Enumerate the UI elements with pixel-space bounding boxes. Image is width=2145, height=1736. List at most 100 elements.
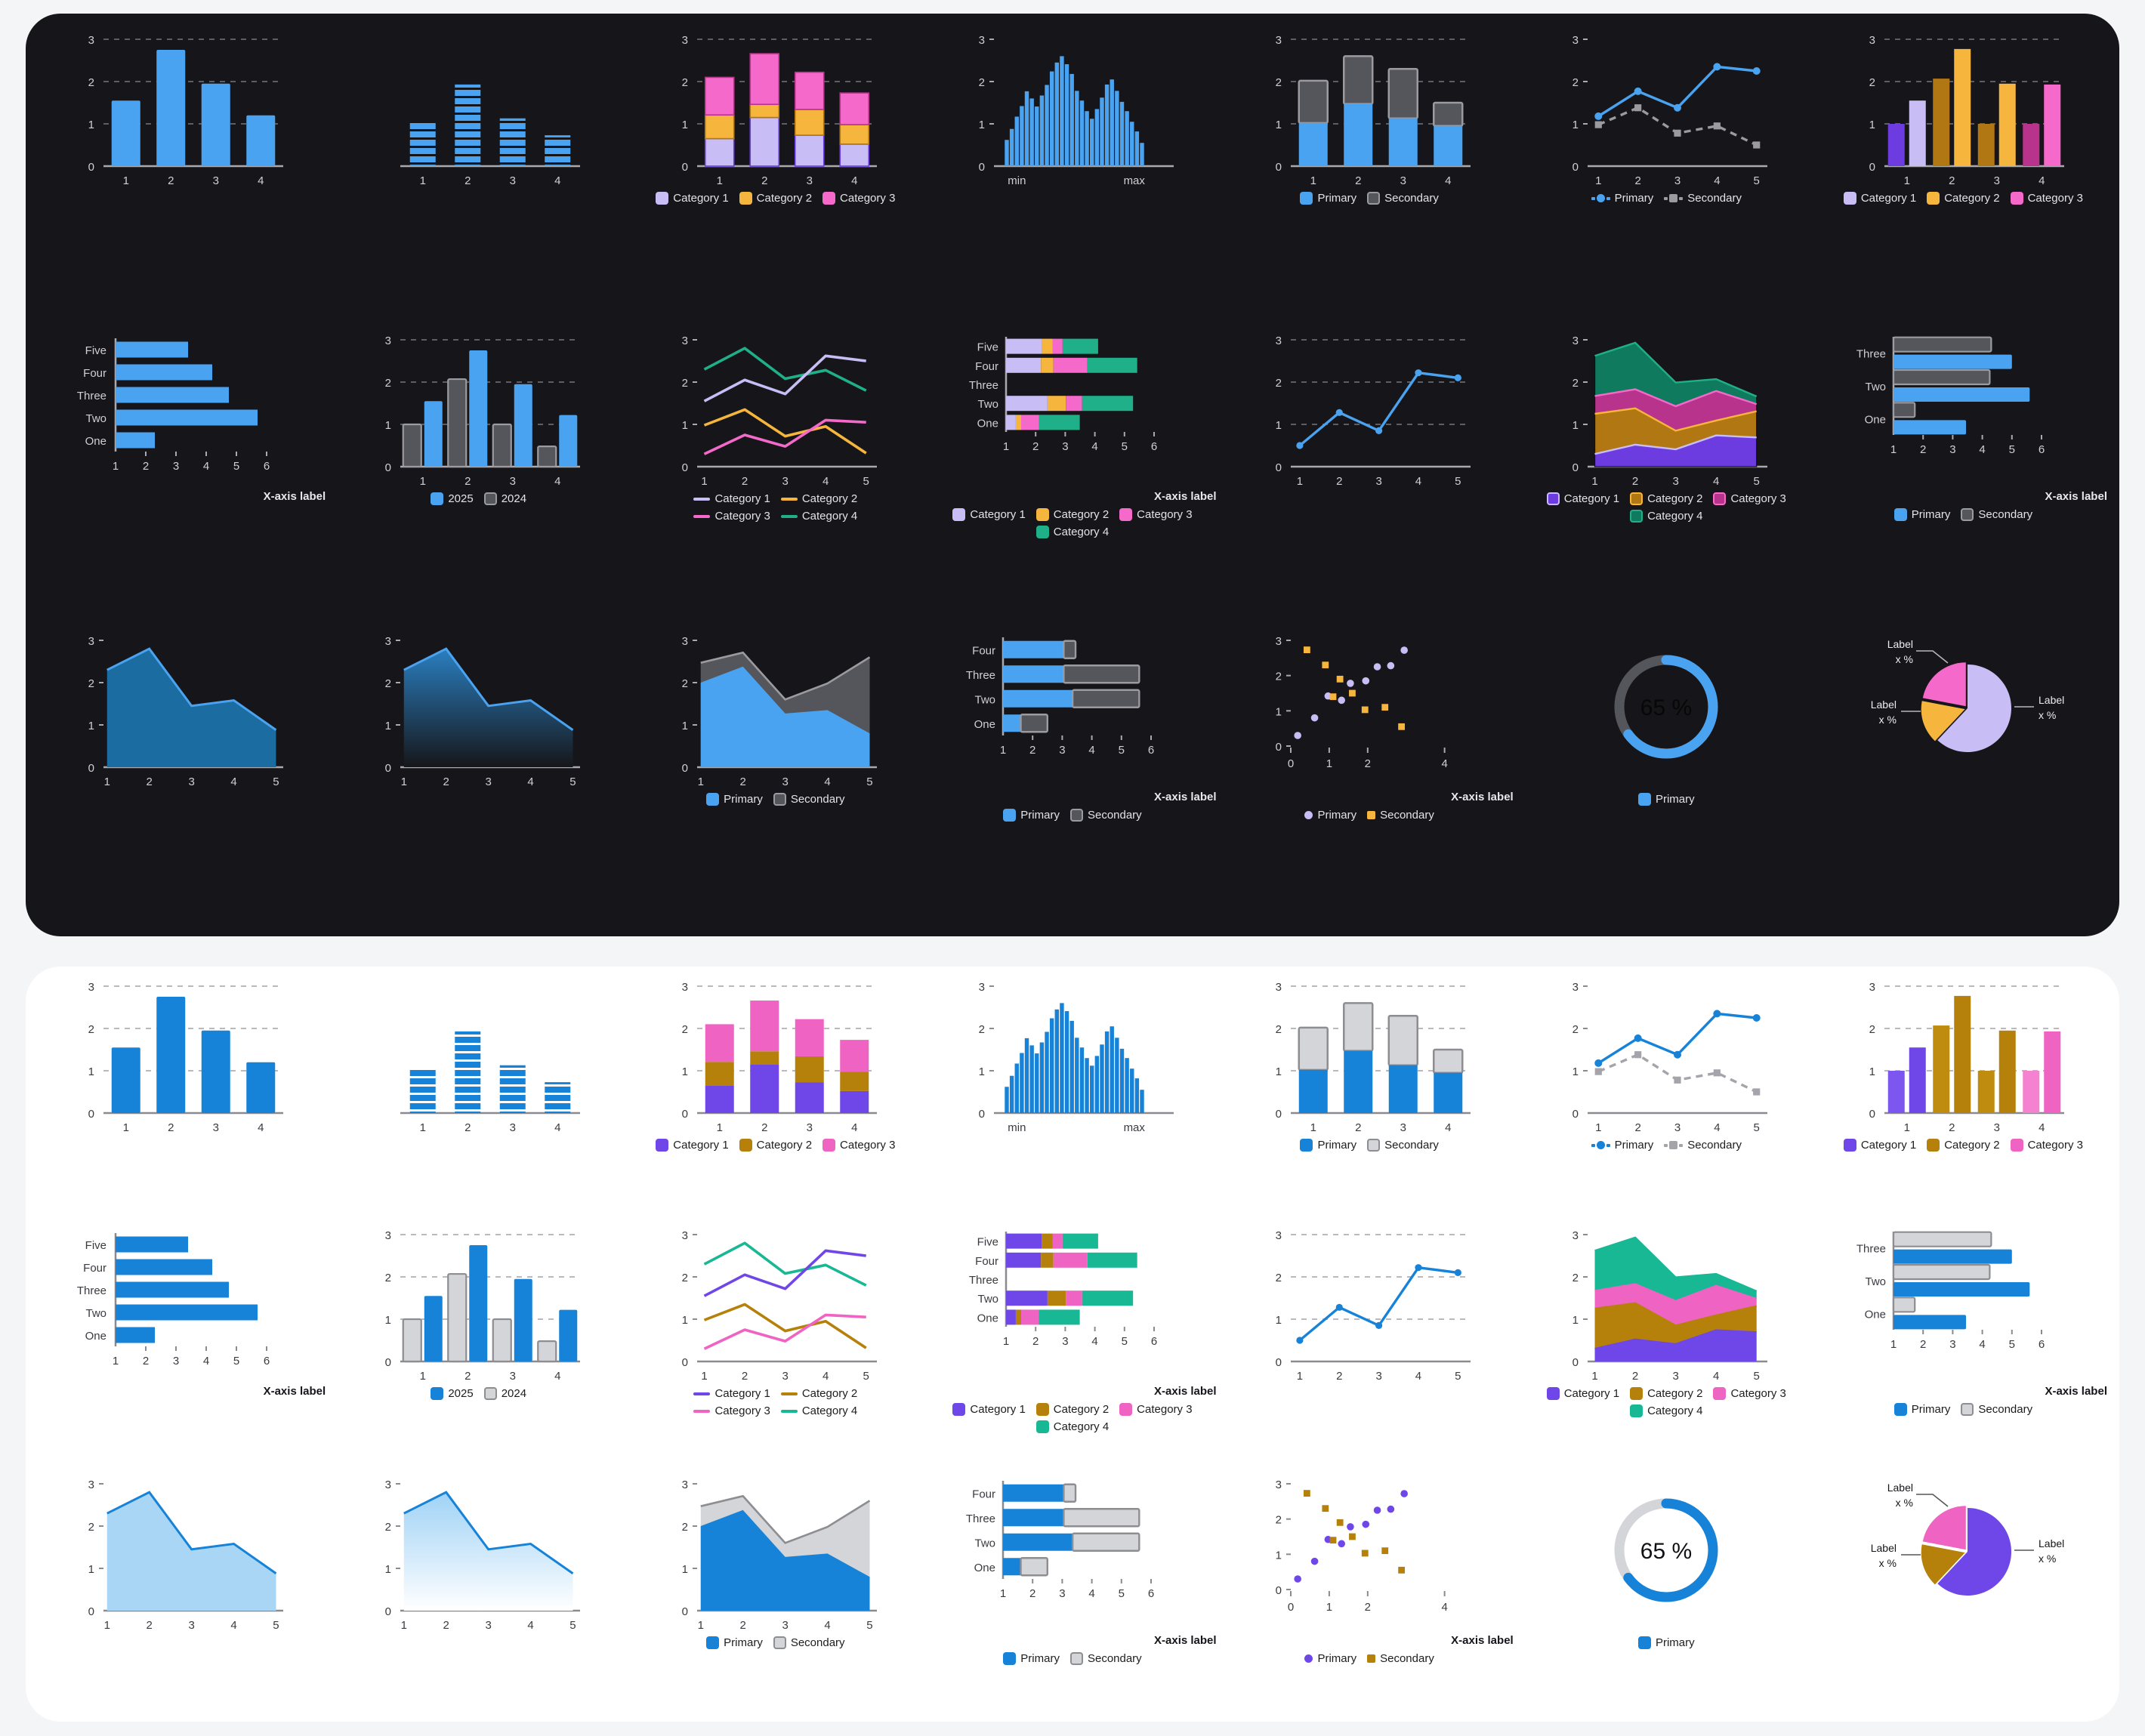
legend-item[interactable]: Secondary bbox=[773, 793, 845, 806]
legend-item[interactable]: Category 3 bbox=[823, 1139, 895, 1152]
legend-item[interactable]: Primary bbox=[1591, 192, 1653, 205]
svg-text:1: 1 bbox=[701, 1370, 707, 1383]
bar-segment bbox=[1066, 396, 1082, 412]
data-point bbox=[1336, 1519, 1344, 1526]
legend-item[interactable]: 2025 bbox=[431, 1387, 474, 1401]
legend-item[interactable]: Category 4 bbox=[780, 510, 857, 523]
legend-item[interactable]: Secondary bbox=[1069, 1651, 1142, 1665]
legend-item[interactable]: Secondary bbox=[1367, 1139, 1439, 1152]
legend-item[interactable]: Secondary bbox=[1069, 809, 1142, 822]
legend-item[interactable]: Primary bbox=[1304, 809, 1356, 822]
legend-item[interactable]: Primary bbox=[1591, 1139, 1653, 1152]
legend-item[interactable]: Category 4 bbox=[1630, 510, 1702, 523]
bar bbox=[1888, 124, 1906, 166]
legend-item[interactable]: Category 1 bbox=[656, 1139, 729, 1152]
legend-item[interactable]: Primary bbox=[1003, 1651, 1060, 1665]
svg-text:min: min bbox=[1008, 174, 1026, 187]
legend-item[interactable]: Primary bbox=[1893, 508, 1950, 521]
bar-previous-year bbox=[402, 1318, 422, 1363]
legend-item[interactable]: 2024 bbox=[483, 1387, 526, 1401]
legend-item[interactable]: Primary bbox=[1637, 793, 1695, 806]
svg-text:1: 1 bbox=[1592, 475, 1598, 488]
legend-item[interactable]: Category 1 bbox=[1843, 1139, 1916, 1152]
svg-text:6: 6 bbox=[263, 1355, 269, 1368]
legend-label: Secondary bbox=[1978, 508, 2033, 521]
legend-item[interactable]: Secondary bbox=[1961, 1403, 2032, 1417]
legend-item[interactable]: Category 2 bbox=[739, 192, 812, 205]
pie-leader-line bbox=[1916, 650, 1949, 664]
svg-text:5: 5 bbox=[233, 1355, 239, 1368]
svg-text:2: 2 bbox=[1635, 174, 1641, 187]
legend-item[interactable]: Category 1 bbox=[693, 1387, 770, 1400]
data-point bbox=[1375, 427, 1383, 434]
data-point bbox=[1304, 1489, 1310, 1497]
legend-item[interactable]: Primary bbox=[1003, 809, 1060, 822]
legend-item[interactable]: Category 4 bbox=[1035, 1420, 1109, 1434]
legend-item[interactable]: Category 3 bbox=[823, 192, 895, 205]
legend-item[interactable]: Primary bbox=[1893, 1403, 1950, 1417]
legend-item[interactable]: Primary bbox=[1304, 1652, 1356, 1665]
legend-item[interactable]: Category 3 bbox=[2010, 1139, 2083, 1152]
histogram-bin bbox=[1039, 95, 1045, 166]
legend-item[interactable]: Category 1 bbox=[952, 1403, 1026, 1417]
svg-text:2: 2 bbox=[979, 1023, 985, 1036]
legend-item[interactable]: Primary bbox=[1637, 1636, 1695, 1649]
chart-legend: Category 1 Category 2 Category 3 Category 4 bbox=[1542, 1387, 1791, 1418]
legend-item[interactable]: Category 4 bbox=[1630, 1405, 1702, 1418]
legend-item[interactable]: Category 2 bbox=[780, 1387, 857, 1400]
legend-item[interactable]: Secondary bbox=[1664, 1139, 1742, 1152]
legend-item[interactable]: Category 1 bbox=[656, 192, 729, 205]
legend-item[interactable]: Category 3 bbox=[1713, 1387, 1786, 1401]
chart-area-stacked-primary-secondary: 0 1 2 3 1 2 3 4 5 Primary Secondary bbox=[627, 1469, 924, 1717]
histogram-bin bbox=[1130, 122, 1134, 166]
legend-item[interactable]: Category 3 bbox=[1119, 508, 1193, 521]
legend-item[interactable]: Category 1 bbox=[1546, 492, 1619, 505]
svg-text:0: 0 bbox=[682, 161, 688, 174]
bar bbox=[2023, 1071, 2040, 1113]
legend-item[interactable]: Category 2 bbox=[1630, 1387, 1702, 1401]
legend-item[interactable]: Category 3 bbox=[2010, 192, 2083, 205]
legend-item[interactable]: Secondary bbox=[1367, 192, 1439, 205]
legend-item[interactable]: Category 2 bbox=[1630, 492, 1702, 505]
legend-item[interactable]: Category 3 bbox=[1119, 1403, 1193, 1417]
legend-item[interactable]: Category 1 bbox=[1546, 1387, 1619, 1401]
legend-item[interactable]: Secondary bbox=[773, 1636, 845, 1649]
data-point bbox=[1674, 103, 1682, 112]
legend-item[interactable]: Category 3 bbox=[693, 510, 770, 523]
legend-item[interactable]: Secondary bbox=[1961, 508, 2032, 521]
legend-swatch bbox=[1961, 508, 1974, 521]
legend-item[interactable]: 2025 bbox=[431, 492, 474, 505]
histogram-bin bbox=[1064, 64, 1069, 166]
legend-item[interactable]: Category 3 bbox=[693, 1405, 770, 1417]
legend-swatch bbox=[1367, 811, 1376, 819]
legend-item[interactable]: Category 2 bbox=[1035, 1403, 1109, 1417]
data-point bbox=[1400, 1489, 1409, 1497]
svg-text:2: 2 bbox=[464, 1370, 471, 1383]
legend-item[interactable]: Category 3 bbox=[1713, 492, 1786, 505]
legend-label: Category 1 bbox=[970, 1403, 1026, 1417]
histogram-bin bbox=[1039, 1042, 1045, 1113]
horizontal-stacked-primary-secondary-plot: 1 2 3 4 5 6 Four Three Two One bbox=[959, 1476, 1186, 1631]
legend-item[interactable]: Category 4 bbox=[1035, 526, 1109, 538]
legend-item[interactable]: Secondary bbox=[1367, 1652, 1434, 1665]
legend-item[interactable]: Category 4 bbox=[780, 1405, 857, 1417]
legend-item[interactable]: 2024 bbox=[483, 492, 526, 505]
legend-item[interactable]: Category 2 bbox=[739, 1139, 812, 1152]
legend-item[interactable]: Category 1 bbox=[693, 492, 770, 505]
bar-secondary bbox=[1893, 1297, 1916, 1313]
legend-item[interactable]: Category 1 bbox=[952, 508, 1026, 521]
legend-item[interactable]: Primary bbox=[706, 1636, 763, 1649]
legend-item[interactable]: Category 2 bbox=[780, 492, 857, 505]
svg-text:3: 3 bbox=[1276, 34, 1282, 47]
legend-item[interactable]: Primary bbox=[1300, 192, 1356, 205]
legend-item[interactable]: Category 2 bbox=[1927, 192, 2000, 205]
legend-item[interactable]: Secondary bbox=[1367, 809, 1434, 822]
chart-legend: Category 1 Category 2 Category 3 Category 4 bbox=[948, 1403, 1197, 1434]
legend-item[interactable]: Secondary bbox=[1664, 192, 1742, 205]
legend-item[interactable]: Category 1 bbox=[1843, 192, 1916, 205]
legend-swatch bbox=[773, 793, 786, 806]
legend-item[interactable]: Primary bbox=[1300, 1139, 1356, 1152]
legend-item[interactable]: Category 2 bbox=[1035, 508, 1109, 521]
legend-item[interactable]: Category 2 bbox=[1927, 1139, 2000, 1152]
legend-item[interactable]: Primary bbox=[706, 793, 763, 806]
